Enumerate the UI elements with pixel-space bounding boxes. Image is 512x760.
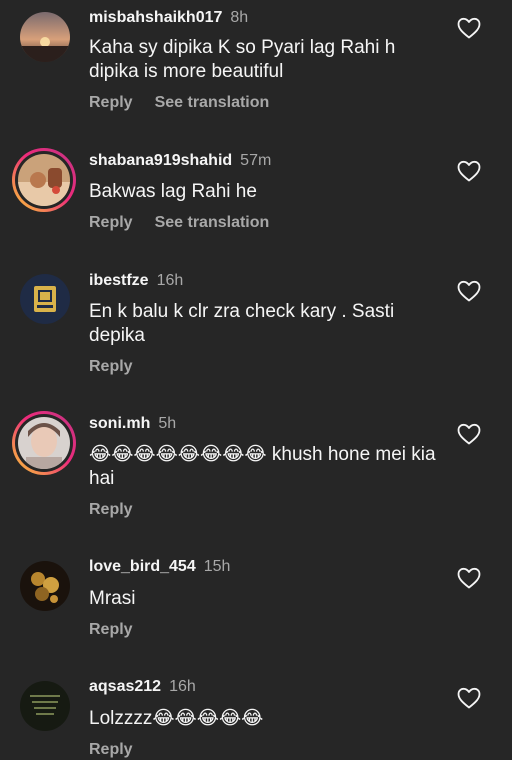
reply-button[interactable]: Reply [89, 741, 133, 758]
reply-button[interactable]: Reply [89, 621, 133, 638]
heart-outline-icon[interactable] [457, 423, 481, 445]
heart-outline-icon[interactable] [457, 160, 481, 182]
username[interactable]: misbahshaikh017 [89, 9, 222, 26]
comment-actions: Reply [89, 620, 133, 640]
timestamp: 16h [156, 272, 184, 289]
username[interactable]: shabana919shahid [89, 152, 232, 169]
heart-outline-icon[interactable] [457, 280, 481, 302]
comment-text: 😂😂😂😂😂😂😂😂 khush hone mei kia hai [89, 444, 436, 489]
timestamp: 5h [158, 415, 177, 432]
avatar[interactable] [20, 681, 70, 731]
comment-actions: Reply [89, 357, 133, 377]
username[interactable]: ibestfze [89, 272, 149, 289]
avatar[interactable] [20, 274, 70, 324]
avatar[interactable] [20, 561, 70, 611]
heart-outline-icon[interactable] [457, 17, 481, 39]
avatar[interactable] [12, 148, 76, 212]
comment-text: En k balu k clr zra check kary . Sasti d… [89, 301, 395, 346]
reply-button[interactable]: Reply [89, 214, 133, 231]
username[interactable]: love_bird_454 [89, 558, 196, 575]
comment-actions: Reply See translation [89, 93, 269, 113]
avatar[interactable] [20, 12, 70, 62]
reply-button[interactable]: Reply [89, 501, 133, 518]
see-translation-button[interactable]: See translation [155, 214, 270, 231]
heart-outline-icon[interactable] [457, 687, 481, 709]
comment-text: Mrasi [89, 588, 136, 609]
see-translation-button[interactable]: See translation [155, 94, 270, 111]
comment-text: Bakwas lag Rahi he [89, 181, 257, 202]
comment-actions: Reply [89, 740, 133, 760]
username[interactable]: soni.mh [89, 415, 150, 432]
reply-button[interactable]: Reply [89, 94, 133, 111]
comment-actions: Reply [89, 500, 133, 520]
timestamp: 8h [230, 9, 249, 26]
heart-outline-icon[interactable] [457, 567, 481, 589]
username[interactable]: aqsas212 [89, 678, 161, 695]
timestamp: 16h [169, 678, 196, 695]
reply-button[interactable]: Reply [89, 358, 133, 375]
timestamp: 15h [203, 558, 231, 575]
timestamp: 57m [240, 152, 272, 169]
comment-text: Lolzzzz😂😂😂😂😂 [89, 708, 264, 729]
avatar[interactable] [12, 411, 76, 475]
comment-actions: Reply See translation [89, 213, 269, 233]
comment-text: Kaha sy dipika K so Pyari lag Rahi h dip… [89, 37, 396, 82]
